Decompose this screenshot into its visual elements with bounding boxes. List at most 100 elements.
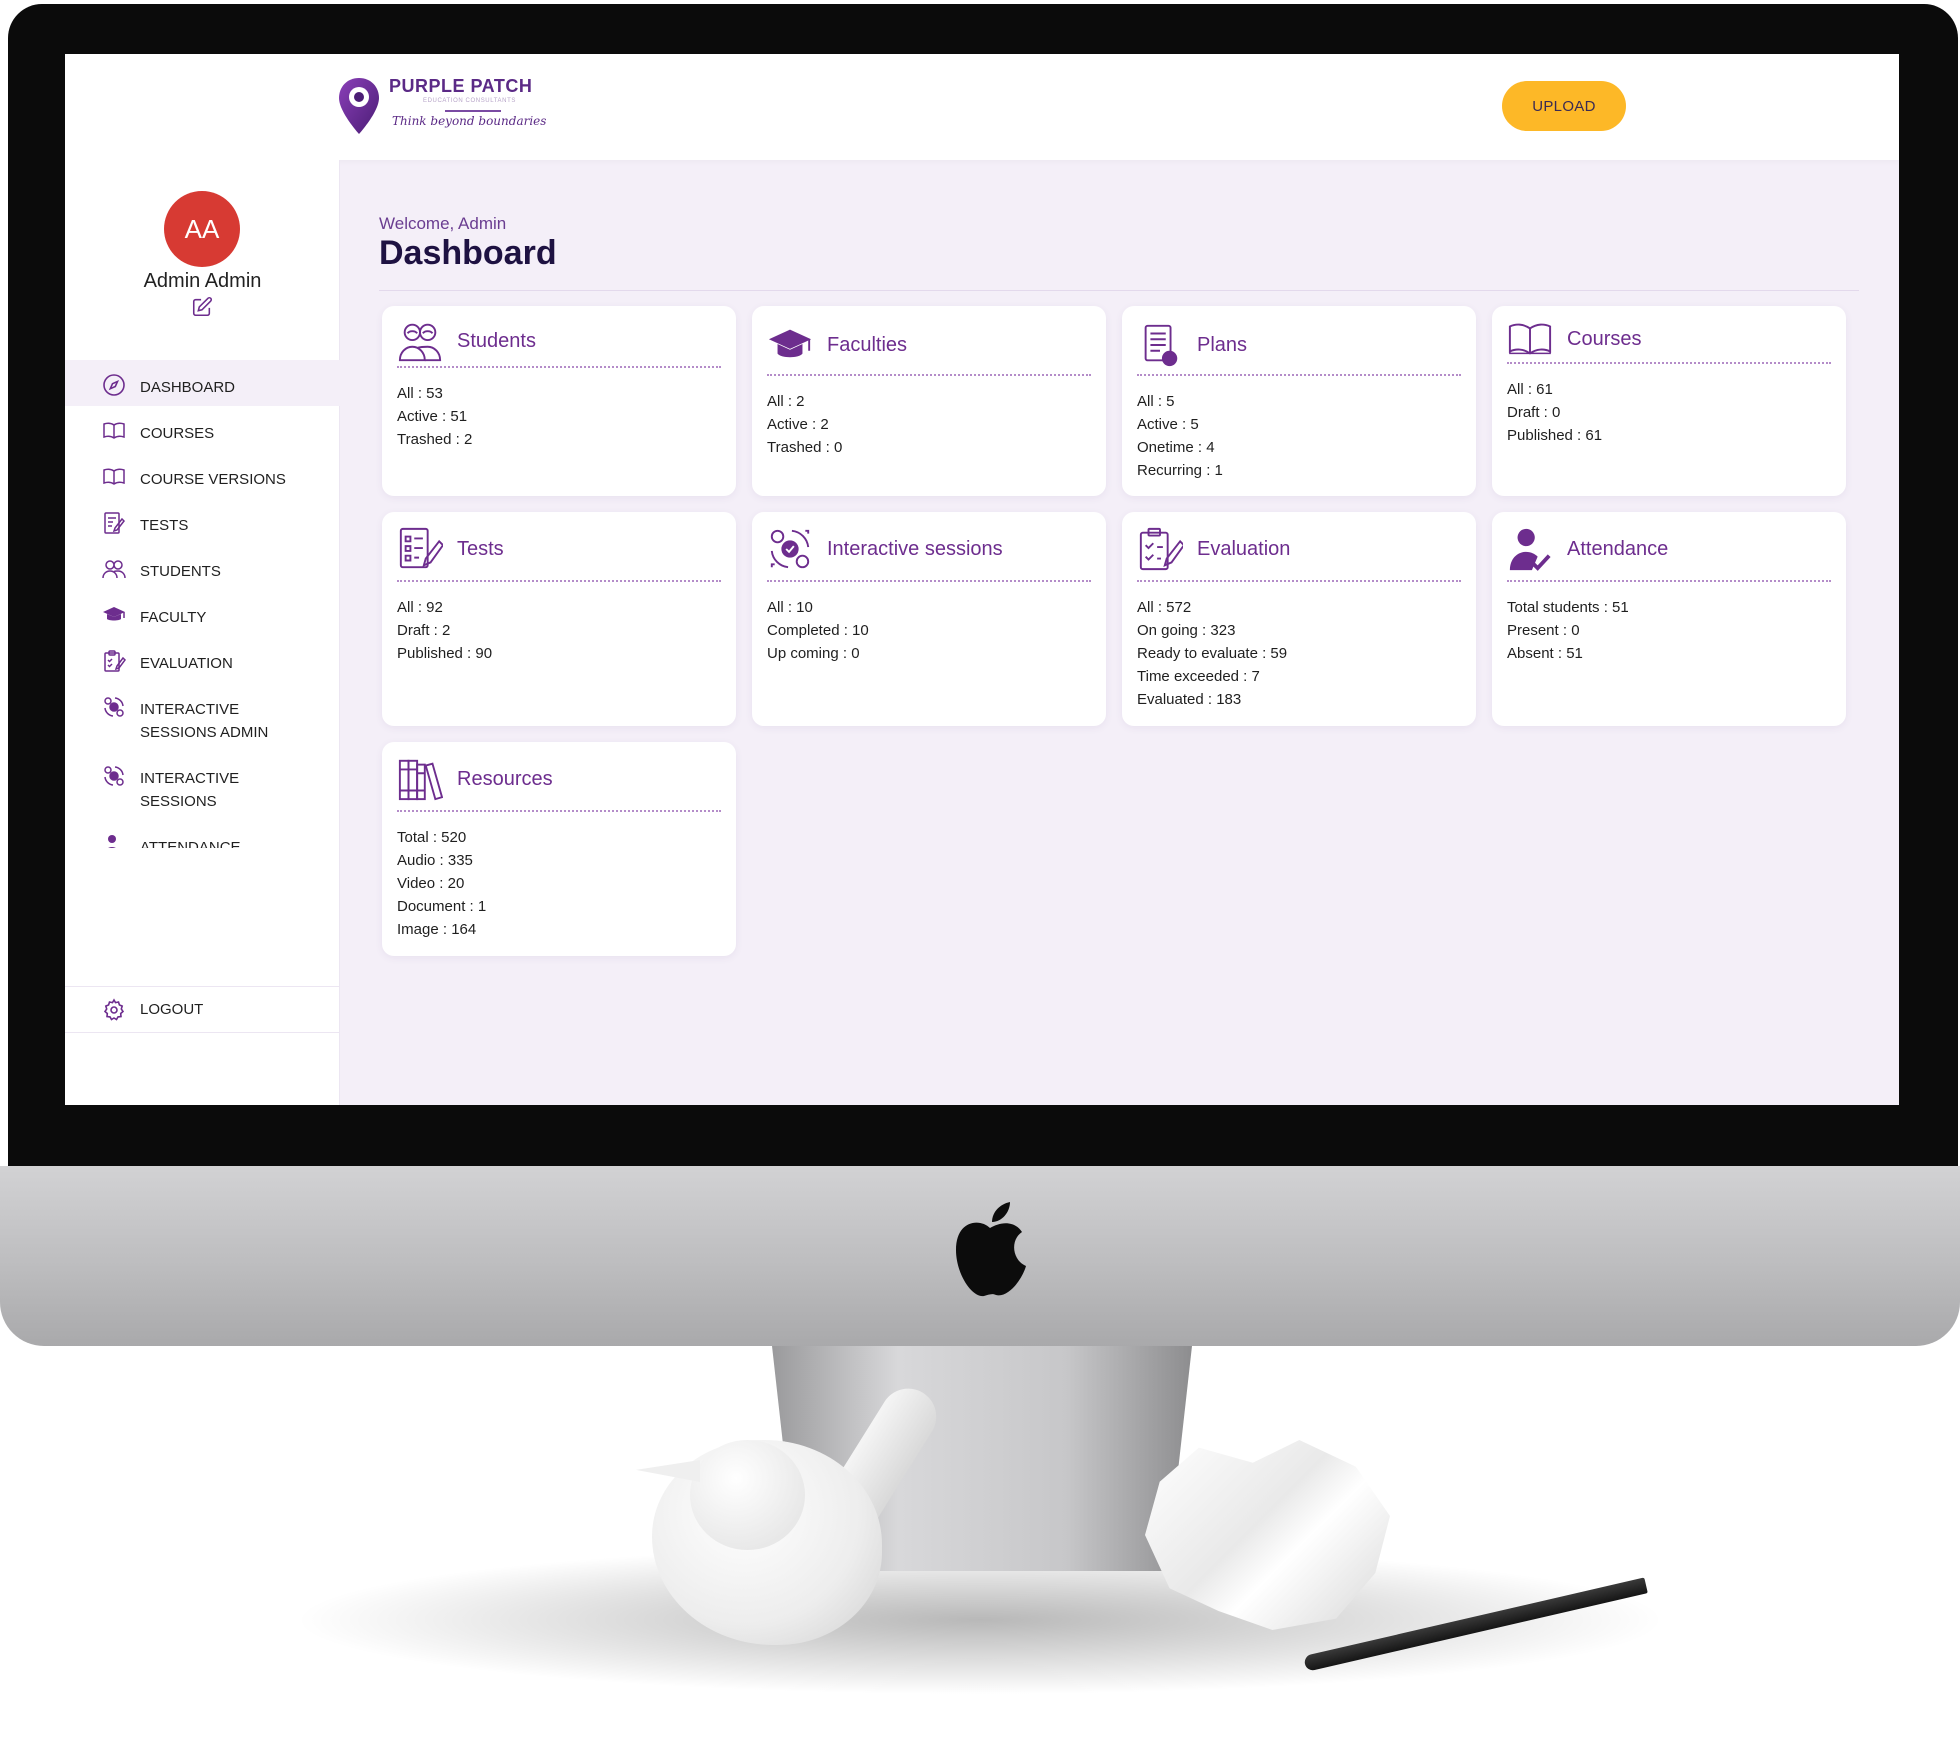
- interactive-icon: [104, 766, 124, 786]
- sidebar-item-label: COURSE VERSIONS: [140, 471, 286, 488]
- attendance-icon: [108, 835, 116, 848]
- card-header: Evaluation: [1137, 526, 1461, 572]
- stat-line: Trashed : 2: [397, 431, 473, 448]
- book-icon: [103, 468, 125, 485]
- card-stats: Total : 520 Audio : 335 Video : 20 Docum…: [397, 826, 486, 941]
- brand-logo[interactable]: PURPLE PATCH EDUCATION CONSULTANTS Think…: [337, 74, 577, 144]
- card-evaluation[interactable]: Evaluation All : 572 On going : 323 Read…: [1122, 512, 1476, 726]
- page-title: Dashboard: [379, 234, 557, 272]
- sidebar-item-label: INTERACTIVE SESSIONS ADMIN: [140, 698, 268, 744]
- sidebar-item-interactive-sessions-admin[interactable]: INTERACTIVE SESSIONS ADMIN: [65, 682, 340, 751]
- bird-figurine-beak: [636, 1460, 700, 1482]
- card-title: Plans: [1197, 333, 1248, 356]
- upload-button[interactable]: UPLOAD: [1502, 81, 1626, 131]
- card-divider: [1507, 362, 1831, 364]
- imac-mockup: PURPLE PATCH EDUCATION CONSULTANTS Think…: [0, 0, 1960, 1748]
- stat-line: All : 92: [397, 599, 443, 616]
- card-title: Courses: [1567, 327, 1642, 350]
- test-icon: [399, 527, 443, 569]
- stat-line: Draft : 0: [1507, 404, 1561, 421]
- card-divider: [1507, 580, 1831, 582]
- stat-line: Ready to evaluate : 59: [1137, 645, 1288, 662]
- card-students[interactable]: Students All : 53 Active : 51 Trashed : …: [382, 306, 736, 496]
- stat-line: Onetime : 4: [1137, 439, 1215, 456]
- card-attendance[interactable]: Attendance Total students : 51 Present :…: [1492, 512, 1846, 726]
- students-icon: [398, 323, 442, 362]
- card-divider: [1137, 374, 1461, 376]
- card-tests[interactable]: Tests All : 92 Draft : 2 Published : 90: [382, 512, 736, 726]
- sidebar-item-attendance[interactable]: ATTENDANCE: [65, 820, 340, 848]
- sidebar-item-dashboard[interactable]: DASHBOARD: [65, 360, 340, 406]
- card-stats: All : 572 On going : 323 Ready to evalua…: [1137, 596, 1287, 711]
- attendance-icon: [1509, 528, 1551, 571]
- card-divider: [397, 580, 721, 582]
- sidebar-item-label: INTERACTIVE SESSIONS: [140, 767, 239, 813]
- stat-line: All : 53: [397, 385, 443, 402]
- stat-line: All : 5: [1137, 393, 1175, 410]
- sidebar-item-tests[interactable]: TESTS: [65, 498, 340, 544]
- card-title: Attendance: [1567, 537, 1669, 560]
- card-header: Students: [397, 318, 721, 364]
- book-icon: [1508, 323, 1552, 355]
- card-title: Interactive sessions: [827, 537, 1003, 560]
- card-divider: [397, 366, 721, 368]
- app-screen: PURPLE PATCH EDUCATION CONSULTANTS Think…: [65, 54, 1899, 1105]
- stat-line: Document : 1: [397, 898, 487, 915]
- gear-icon: [103, 997, 125, 1021]
- sidebar-item-label: COURSES: [140, 425, 215, 442]
- sidebar: AA Admin Admin DASHBOARD COURSES COURSE …: [65, 160, 340, 1105]
- avatar[interactable]: AA: [164, 191, 240, 267]
- card-faculties[interactable]: Faculties All : 2 Active : 2 Trashed : 0: [752, 306, 1106, 496]
- card-plans[interactable]: Plans All : 5 Active : 5 Onetime : 4 Rec…: [1122, 306, 1476, 496]
- main-content: Welcome, Admin Dashboard Students All : …: [340, 160, 1899, 1105]
- sidebar-nav: DASHBOARD COURSES COURSE VERSIONS TESTS …: [65, 360, 340, 848]
- apple-logo-icon: [956, 1202, 1026, 1297]
- plans-icon: [1144, 324, 1178, 367]
- logout-button[interactable]: LOGOUT: [65, 986, 340, 1033]
- sidebar-item-label-line2: SESSIONS ADMIN: [140, 724, 269, 741]
- sidebar-item-courses[interactable]: COURSES: [65, 406, 340, 452]
- card-header: Resources: [397, 756, 721, 802]
- sidebar-item-course-versions[interactable]: COURSE VERSIONS: [65, 452, 340, 498]
- card-interactive-sessions[interactable]: Interactive sessions All : 10 Completed …: [752, 512, 1106, 726]
- sidebar-item-interactive-sessions[interactable]: INTERACTIVE SESSIONS: [65, 751, 340, 820]
- card-stats: All : 53 Active : 51 Trashed : 2: [397, 382, 472, 451]
- sidebar-item-faculty[interactable]: FACULTY: [65, 590, 340, 636]
- card-divider: [397, 810, 721, 812]
- book-icon: [103, 422, 125, 439]
- card-divider: [767, 374, 1091, 376]
- card-title: Students: [457, 329, 536, 352]
- sidebar-item-label: ATTENDANCE: [140, 839, 241, 848]
- card-header: Courses: [1507, 316, 1831, 362]
- sidebar-item-label: FACULTY: [140, 609, 207, 626]
- stat-line: Recurring : 1: [1137, 462, 1223, 479]
- stat-line: Trashed : 0: [767, 439, 843, 456]
- stat-line: All : 61: [1507, 381, 1553, 398]
- stat-line: Absent : 51: [1507, 645, 1583, 662]
- stat-line: Evaluated : 183: [1137, 691, 1242, 708]
- sidebar-item-label: DASHBOARD: [140, 379, 236, 396]
- logo-tagline: Think beyond boundaries: [392, 114, 547, 128]
- card-stats: All : 92 Draft : 2 Published : 90: [397, 596, 492, 665]
- edit-profile-icon[interactable]: [191, 296, 213, 318]
- sidebar-item-label: EVALUATION: [140, 655, 233, 672]
- sidebar-item-label: TESTS: [140, 517, 189, 534]
- stat-line: Up coming : 0: [767, 645, 860, 662]
- stat-line: Active : 51: [397, 408, 468, 425]
- card-divider: [767, 580, 1091, 582]
- card-courses[interactable]: Courses All : 61 Draft : 0 Published : 6…: [1492, 306, 1846, 496]
- stat-line: Total students : 51: [1507, 599, 1629, 616]
- logo-divider: [445, 110, 501, 112]
- stat-line: Image : 164: [397, 921, 477, 938]
- welcome-text: Welcome, Admin: [379, 214, 507, 233]
- card-stats: All : 2 Active : 2 Trashed : 0: [767, 390, 842, 459]
- card-title: Faculties: [827, 333, 908, 356]
- interactive-icon: [104, 697, 124, 717]
- card-resources[interactable]: Resources Total : 520 Audio : 335 Video …: [382, 742, 736, 956]
- logout-label: LOGOUT: [140, 1001, 204, 1018]
- sidebar-item-students[interactable]: STUDENTS: [65, 544, 340, 590]
- card-title: Resources: [457, 767, 553, 790]
- sidebar-item-evaluation[interactable]: EVALUATION: [65, 636, 340, 682]
- card-stats: All : 10 Completed : 10 Up coming : 0: [767, 596, 869, 665]
- card-stats: All : 61 Draft : 0 Published : 61: [1507, 378, 1602, 447]
